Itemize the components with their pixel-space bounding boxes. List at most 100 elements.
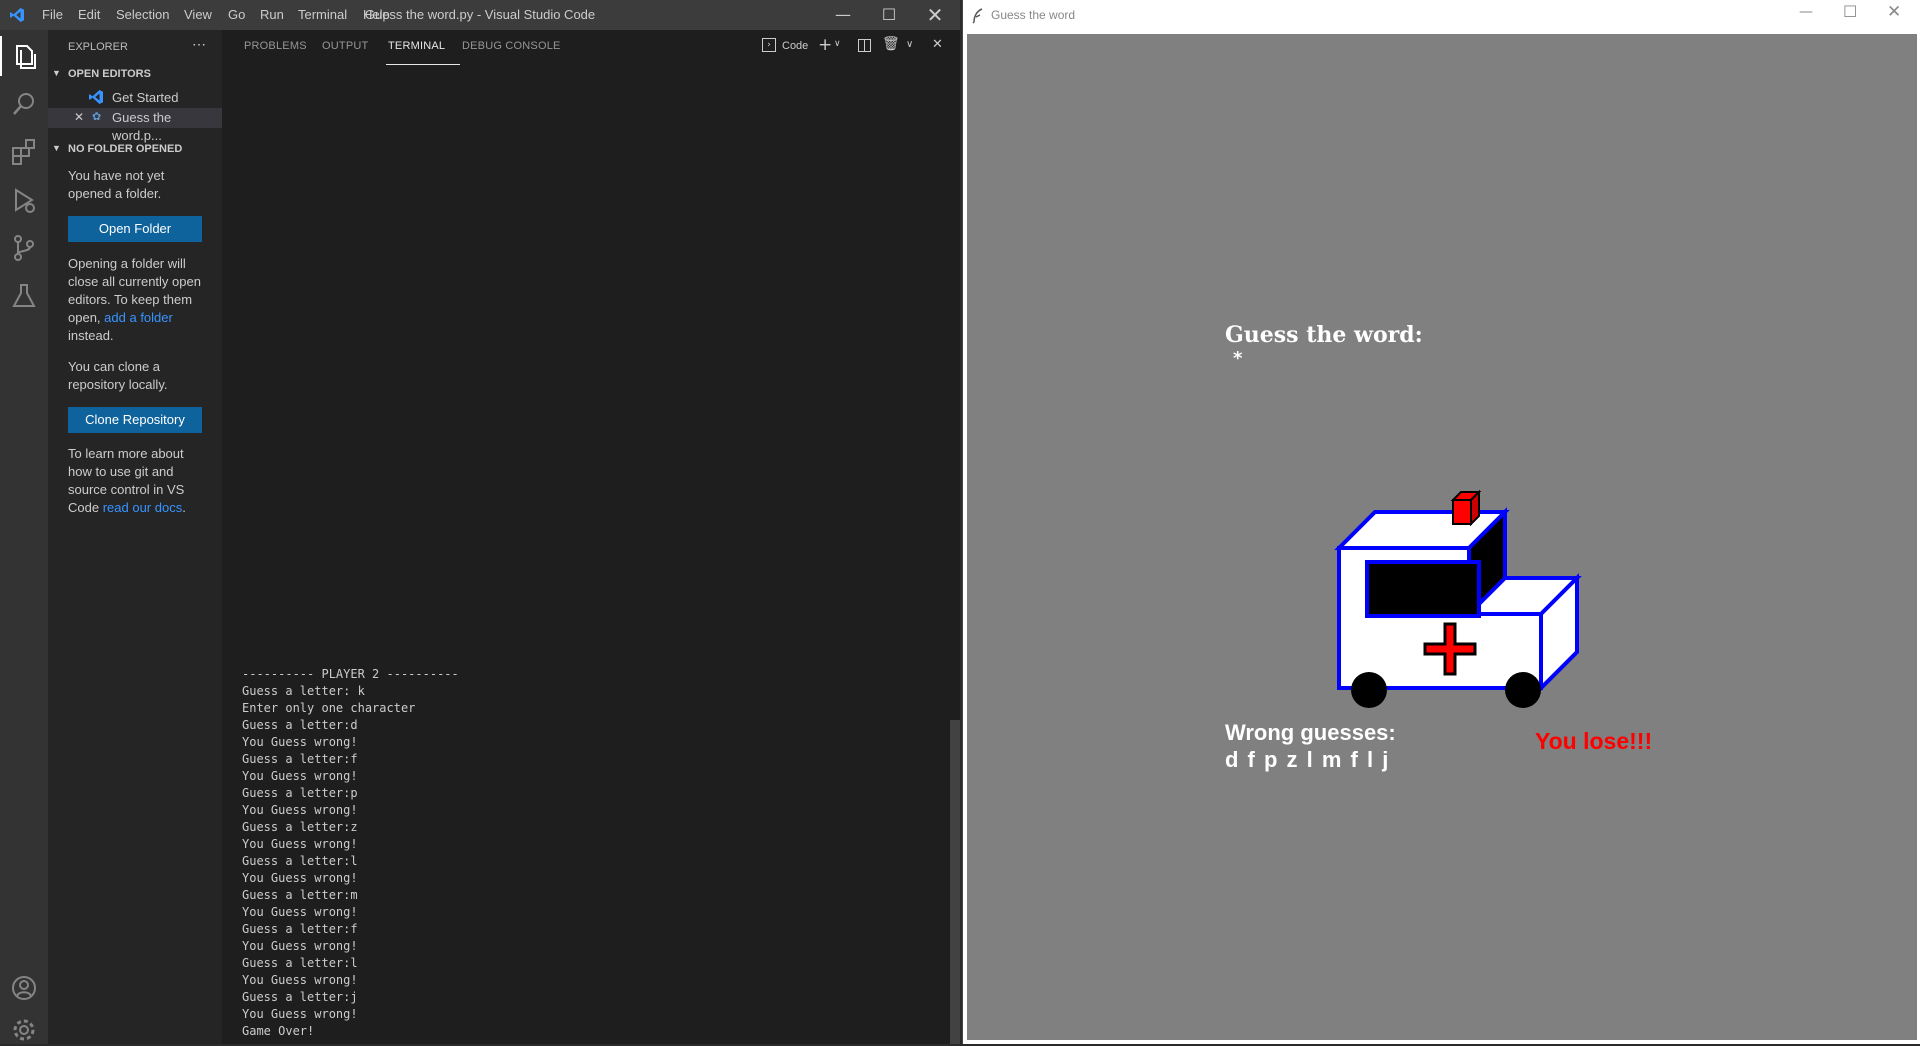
open-editor-guess-the-word[interactable]: Guess the word.p... [112,109,222,145]
chevron-down-icon[interactable]: ∨ [834,39,841,49]
tab-debug-console[interactable]: DEBUG CONSOLE [462,40,561,52]
clone-message: You can clone a repository locally. [68,359,168,392]
terminal-line: ---------- PLAYER 2 ---------- [242,667,459,681]
terminal-line: You Guess wrong! [242,803,358,817]
menu-run[interactable]: Run [260,7,284,22]
ambulance-side-window [1365,560,1481,618]
terminal-line: Guess a letter: k [242,684,365,698]
account-icon[interactable] [8,972,40,1004]
search-icon[interactable] [8,88,40,120]
terminal-output[interactable]: ---------- PLAYER 2 ---------- Guess a le… [242,666,459,1040]
source-control-icon[interactable] [8,232,40,264]
result-message: You lose!!! [1535,728,1653,754]
terminal-line: Guess a letter:p [242,786,358,800]
open-editor-get-started[interactable]: Get Started [112,89,178,107]
more-actions-icon[interactable]: ⋯ [192,36,206,53]
no-folder-message: You have not yet opened a folder. [68,168,165,201]
testing-icon[interactable] [8,280,40,312]
terminal-line: Guess a letter:f [242,922,358,936]
ambulance-rear-wheel [1351,672,1387,708]
active-tab-underline [386,64,460,65]
no-folder-section[interactable]: NO FOLDER OPENED [68,143,182,155]
terminal-line: Guess a letter:j [242,990,358,1004]
terminal-scrollbar[interactable] [950,720,960,1044]
terminal-line: Guess a letter:z [242,820,358,834]
game-window-title: Guess the word [991,8,1076,22]
open-folder-button[interactable]: Open Folder [68,216,202,242]
terminal-line: Guess a letter:d [242,718,358,732]
maximize-button[interactable]: ☐ [866,0,912,30]
terminal-line: You Guess wrong! [242,871,358,885]
game-window: Guess the word — ☐ ✕ Guess the word: * W… [962,0,1920,1044]
open-folder-message: Opening a folder will close all currentl… [68,255,208,345]
terminal-line: You Guess wrong! [242,905,358,919]
read-docs-link[interactable]: read our docs [103,500,183,515]
menu-selection[interactable]: Selection [116,7,169,22]
new-terminal-icon[interactable]: + [818,35,832,55]
terminal-line: You Guess wrong! [242,973,358,987]
close-panel-icon[interactable]: ✕ [932,37,943,52]
terminal-line: Enter only one character [242,701,416,715]
chevron-down-icon[interactable]: ▼ [52,143,61,153]
terminal-name[interactable]: Code [782,40,808,52]
ambulance-drawing [1334,489,1582,708]
settings-gear-icon[interactable] [8,1014,40,1046]
game-minimize-button[interactable]: — [1799,4,1813,20]
explorer-icon[interactable] [8,40,40,72]
terminal-line: Guess a letter:l [242,854,358,868]
terminal-line: Guess a letter:l [242,956,358,970]
explorer-sidebar: EXPLORER ⋯ ▼ OPEN EDITORS Get Started ✕ … [48,30,222,1044]
wrong-guesses-title: Wrong guesses: [1225,720,1396,745]
minimize-button[interactable]: — [820,0,866,30]
activity-bar [0,30,48,1044]
terminal-line: You Guess wrong! [242,837,358,851]
tab-output[interactable]: OUTPUT [322,40,368,52]
guess-word: * [1233,348,1243,369]
terminal-panel: PROBLEMS OUTPUT TERMINAL DEBUG CONSOLE ›… [222,30,960,1044]
open-editors-section[interactable]: OPEN EDITORS [68,68,151,80]
chevron-down-icon[interactable]: ▼ [52,68,61,78]
split-terminal-icon[interactable] [858,39,871,52]
source-control-message: To learn more about how to use git and s… [68,445,208,517]
ambulance-front-wheel [1505,672,1541,708]
clone-repository-button[interactable]: Clone Repository [68,407,202,433]
vscode-window: File Edit Selection View Go Run Terminal… [0,0,960,1044]
terminal-line: You Guess wrong! [242,1007,358,1021]
menu-help[interactable]: Help [363,7,390,22]
maximize-panel-icon[interactable]: ∨ [906,39,913,50]
terminal-line: You Guess wrong! [242,769,358,783]
close-editor-icon[interactable]: ✕ [74,110,84,124]
wrong-guesses-letters: d f p z l m f l j [1225,747,1389,772]
add-folder-link[interactable]: add a folder [104,310,173,325]
run-debug-icon[interactable] [8,184,40,216]
feather-icon [972,8,983,24]
source-control-text-end: . [182,500,186,515]
terminal-line: Game Over! [242,1024,315,1038]
menu-edit[interactable]: Edit [78,7,100,22]
tab-problems[interactable]: PROBLEMS [244,40,307,52]
game-canvas: Guess the word: * Wrong guesses: d f p z… [967,34,1917,1040]
game-maximize-button[interactable]: ☐ [1843,2,1857,21]
terminal-line: You Guess wrong! [242,735,358,749]
tab-terminal[interactable]: TERMINAL [388,40,445,52]
game-titlebar: Guess the word — ☐ ✕ [963,0,1920,32]
terminal-shell-icon: › [762,38,776,52]
extensions-icon[interactable] [8,136,40,168]
game-close-button[interactable]: ✕ [1887,2,1901,22]
menu-view[interactable]: View [184,7,212,22]
vscode-titlebar: File Edit Selection View Go Run Terminal… [0,0,960,30]
menu-file[interactable]: File [42,7,63,22]
terminal-line: You Guess wrong! [242,939,358,953]
python-file-icon: ✿ [92,111,102,123]
vscode-file-icon [88,89,104,105]
trash-icon[interactable]: 🗑 [882,36,900,52]
menu-terminal[interactable]: Terminal [298,7,347,22]
guess-title: Guess the word: [1225,322,1423,348]
active-indicator [0,36,2,76]
explorer-header: EXPLORER [68,41,128,53]
open-folder-message-end: instead. [68,328,114,343]
close-button[interactable]: ✕ [912,0,958,30]
menu-go[interactable]: Go [228,7,245,22]
vscode-logo-icon [10,8,24,22]
terminal-line: Guess a letter:m [242,888,358,902]
